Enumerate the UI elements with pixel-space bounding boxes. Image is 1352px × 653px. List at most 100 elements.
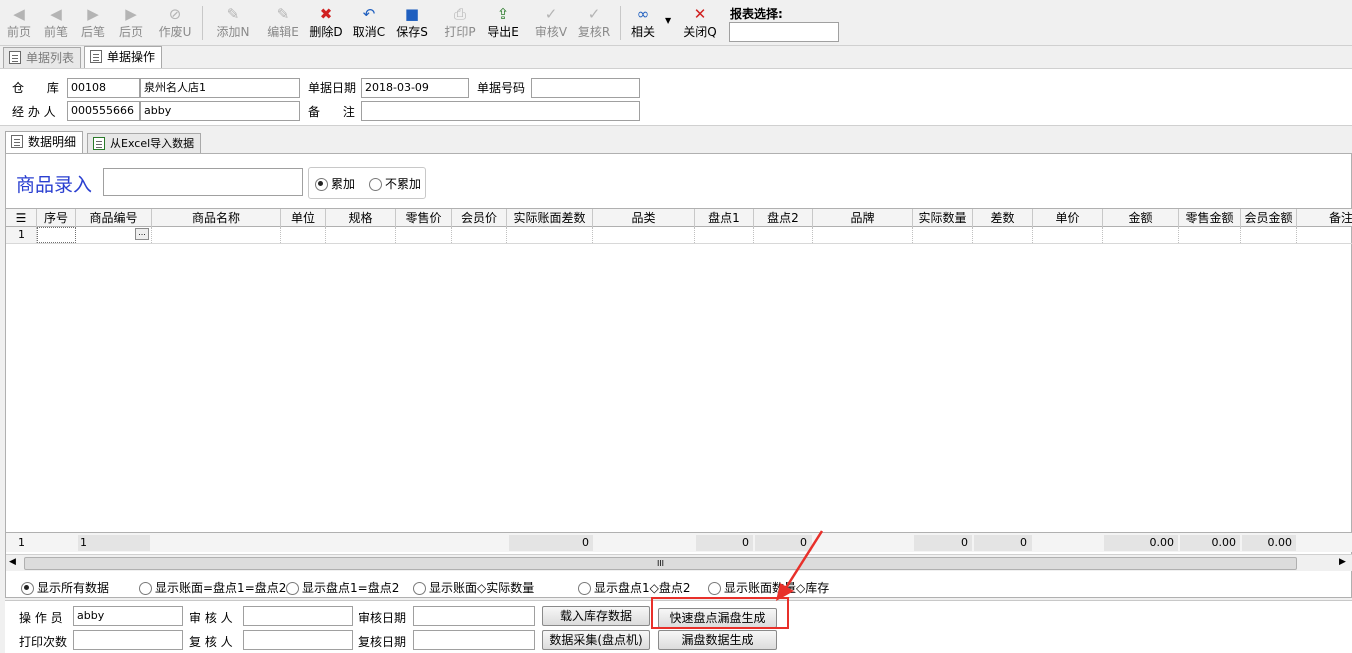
toolbar-separator <box>620 6 621 40</box>
column-header[interactable]: 规格 <box>326 209 396 227</box>
prev-record-button[interactable]: ◀ 前笔 <box>41 4 71 44</box>
related-button[interactable]: ∞ 相关 <box>627 4 659 44</box>
edit-button[interactable]: ✎ 编辑E <box>264 4 302 44</box>
table-cell[interactable] <box>1179 227 1241 243</box>
column-header[interactable]: 品类 <box>593 209 695 227</box>
table-cell[interactable] <box>913 227 973 243</box>
next-record-button[interactable]: ▶ 后笔 <box>78 4 108 44</box>
print-label: 打印P <box>444 25 476 39</box>
tab-data-detail[interactable]: 数据明细 <box>5 131 84 153</box>
column-header[interactable]: 实际账面差数 <box>507 209 593 227</box>
delete-button[interactable]: ✖ 删除D <box>307 4 345 44</box>
column-header[interactable]: 零售金额 <box>1179 209 1241 227</box>
scrollbar-thumb[interactable]: III <box>24 557 1297 570</box>
cancel-button[interactable]: ↶ 取消C <box>350 4 388 44</box>
handler-code-field[interactable]: 000555666 <box>67 101 140 121</box>
column-header[interactable]: 盘点1 <box>695 209 754 227</box>
filter-book-ne-actual-radio[interactable]: 显示账面◇实际数量 <box>413 581 534 595</box>
export-button[interactable]: ⇪ 导出E <box>484 4 522 44</box>
delete-label: 删除D <box>309 25 343 39</box>
column-header[interactable]: 序号 <box>37 209 76 227</box>
document-date-field[interactable]: 2018-03-09 <box>361 78 469 98</box>
filter-all-radio[interactable]: 显示所有数据 <box>21 581 109 595</box>
table-cell[interactable] <box>593 227 695 243</box>
dropdown-arrow-icon[interactable]: ▼ <box>665 16 671 25</box>
table-cell[interactable] <box>507 227 593 243</box>
report-select[interactable] <box>729 22 839 42</box>
table-cell[interactable] <box>452 227 507 243</box>
audit-button[interactable]: ✓ 审核V <box>532 4 570 44</box>
first-page-button[interactable]: ◀ 前页 <box>4 4 34 44</box>
reviewer-field[interactable] <box>243 630 353 650</box>
missing-generate-button[interactable]: 漏盘数据生成 <box>658 630 777 650</box>
radio-no-accumulate[interactable]: 不累加 <box>369 177 421 191</box>
table-cell[interactable] <box>396 227 452 243</box>
document-number-field[interactable] <box>531 78 640 98</box>
table-cell[interactable] <box>1297 227 1352 243</box>
table-cell[interactable] <box>152 227 281 243</box>
print-button[interactable]: ⎙ 打印P <box>441 4 479 44</box>
tab-document-list[interactable]: 单据列表 <box>3 47 82 68</box>
auditor-field[interactable] <box>243 606 353 626</box>
radio-accumulate[interactable]: 累加 <box>315 177 355 191</box>
table-cell[interactable] <box>1033 227 1103 243</box>
warehouse-name-field[interactable]: 泉州名人店1 <box>140 78 300 98</box>
table-cell[interactable] <box>281 227 326 243</box>
add-button[interactable]: ✎ 添加N <box>214 4 252 44</box>
table-cell[interactable] <box>1103 227 1179 243</box>
footer-row-count: 1 <box>18 536 25 549</box>
load-stock-button[interactable]: 载入库存数据 <box>542 606 650 626</box>
column-header[interactable]: 差数 <box>973 209 1033 227</box>
column-header[interactable]: 会员价 <box>452 209 507 227</box>
data-collect-button[interactable]: 数据采集(盘点机) <box>542 630 650 650</box>
close-button[interactable]: ✕ 关闭Q <box>681 4 719 44</box>
table-cell[interactable]: ... <box>76 227 152 243</box>
review-date-field[interactable] <box>413 630 535 650</box>
filter-count1-eq-count2-radio[interactable]: 显示盘点1=盘点2 <box>286 581 399 595</box>
column-header[interactable]: 品牌 <box>813 209 913 227</box>
column-header[interactable]: 单位 <box>281 209 326 227</box>
table-cell[interactable] <box>813 227 913 243</box>
last-page-button[interactable]: ▶ 后页 <box>116 4 146 44</box>
void-button[interactable]: ⊘ 作废U <box>156 4 194 44</box>
scroll-left-icon[interactable]: ◀ <box>9 557 16 567</box>
column-header[interactable]: 零售价 <box>396 209 452 227</box>
table-cell[interactable] <box>326 227 396 243</box>
column-header[interactable]: 备注 <box>1297 209 1352 227</box>
last-page-icon: ▶ <box>125 5 137 23</box>
column-header[interactable]: 商品编号 <box>76 209 152 227</box>
product-entry-input[interactable] <box>103 168 303 196</box>
grid-menu-icon[interactable]: ☰ <box>6 209 37 227</box>
table-cell[interactable] <box>37 227 76 243</box>
toolbar-separator <box>202 6 203 40</box>
table-cell[interactable] <box>695 227 754 243</box>
handler-name-field[interactable]: abby <box>140 101 300 121</box>
print-count-field[interactable] <box>73 630 183 650</box>
tab-excel-import[interactable]: 从Excel导入数据 <box>87 133 202 153</box>
table-cell[interactable] <box>754 227 813 243</box>
horizontal-scrollbar[interactable]: ◀ III ▶ <box>6 554 1352 571</box>
column-header[interactable]: 单价 <box>1033 209 1103 227</box>
column-header[interactable]: 盘点2 <box>754 209 813 227</box>
table-row[interactable]: 1 ... <box>6 227 1352 244</box>
column-header[interactable]: 商品名称 <box>152 209 281 227</box>
remark-field[interactable] <box>361 101 640 121</box>
filter-book-eq-counts-radio[interactable]: 显示账面=盘点1=盘点2 <box>139 581 286 595</box>
column-header[interactable]: 实际数量 <box>913 209 973 227</box>
column-header[interactable]: 金额 <box>1103 209 1179 227</box>
tab-document-operation[interactable]: 单据操作 <box>84 46 163 68</box>
scroll-right-icon[interactable]: ▶ <box>1339 557 1346 567</box>
save-button[interactable]: ■ 保存S <box>393 4 431 44</box>
footer-retail-total: 0.00 <box>1180 535 1240 551</box>
operator-field[interactable]: abby <box>73 606 183 626</box>
ellipsis-icon[interactable]: ... <box>135 228 149 240</box>
audit-date-field[interactable] <box>413 606 535 626</box>
warehouse-code-field[interactable]: 00108 <box>67 78 140 98</box>
filter-count1-ne-count2-radio[interactable]: 显示盘点1◇盘点2 <box>578 581 691 595</box>
table-cell[interactable] <box>1241 227 1297 243</box>
auditor-label: 审 核 人 <box>189 611 233 625</box>
column-header[interactable]: 会员金额 <box>1241 209 1297 227</box>
reaudit-button[interactable]: ✓ 复核R <box>575 4 613 44</box>
table-cell[interactable] <box>973 227 1033 243</box>
next-record-icon: ▶ <box>87 5 99 23</box>
